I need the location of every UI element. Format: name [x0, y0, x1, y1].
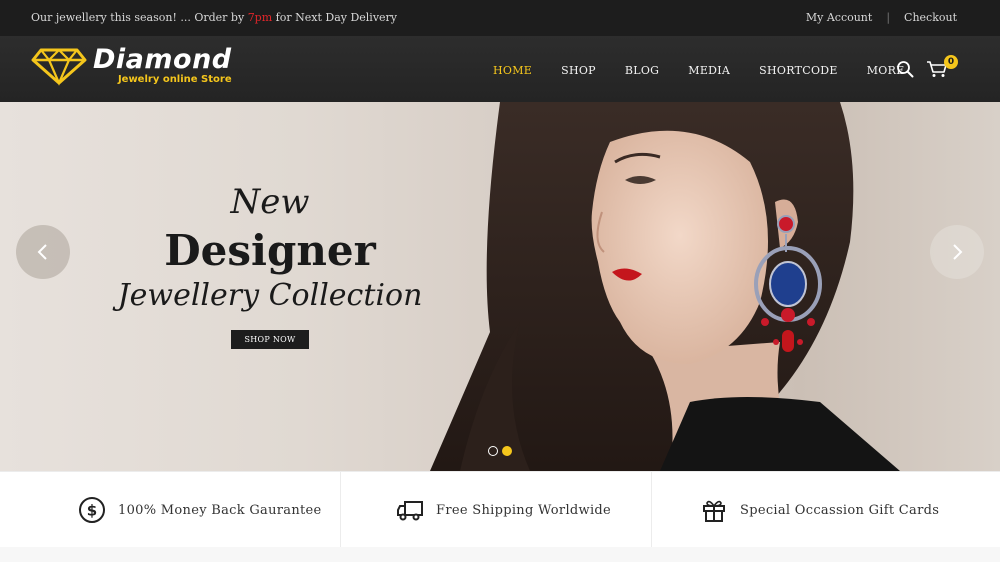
- hero-caption: New Designer Jewellery Collection SHOP N…: [100, 182, 440, 349]
- hero-line-collection: Jewellery Collection: [117, 278, 423, 313]
- promo-message: Our jewellery this season! ... Order by …: [31, 11, 397, 24]
- feature-divider: [651, 472, 652, 548]
- hero-line-designer: Designer: [164, 226, 376, 275]
- nav-home[interactable]: HOME: [493, 64, 532, 77]
- feature-money-back-label: 100% Money Back Gaurantee: [118, 502, 322, 518]
- section-bottom-strip: [0, 547, 1000, 562]
- slider-prev-button[interactable]: [16, 225, 70, 279]
- feature-money-back: $ 100% Money Back Gaurantee: [78, 472, 322, 548]
- checkout-link[interactable]: Checkout: [904, 11, 957, 24]
- brand-tagline: Jewelry online Store: [117, 74, 232, 85]
- svg-text:$: $: [87, 502, 97, 520]
- feature-divider: [340, 472, 341, 548]
- gift-icon: [703, 500, 725, 522]
- my-account-link[interactable]: My Account: [806, 11, 872, 24]
- hero-line-new: New: [230, 182, 310, 222]
- search-icon[interactable]: [896, 60, 914, 78]
- promo-text-start: Our jewellery this season! ... Order by: [31, 11, 248, 24]
- dollar-icon: $: [79, 497, 105, 523]
- chevron-left-icon: [37, 244, 47, 260]
- truck-icon: [397, 501, 423, 521]
- feature-shipping: Free Shipping Worldwide: [396, 472, 611, 548]
- cart-count-badge: 0: [944, 55, 958, 69]
- site-logo[interactable]: Diamond Jewelry online Store: [31, 46, 232, 86]
- brand-name: Diamond: [93, 44, 232, 75]
- feature-gift-cards: Special Occassion Gift Cards: [700, 472, 939, 548]
- chevron-right-icon: [953, 244, 963, 260]
- promo-highlight: 7pm: [247, 11, 273, 24]
- top-bar: Our jewellery this season! ... Order by …: [0, 0, 1000, 36]
- slide-dot-2[interactable]: [502, 446, 512, 456]
- model-photo: [430, 102, 900, 471]
- nav-blog[interactable]: BLOG: [625, 64, 659, 77]
- diamond-logo-icon: [31, 48, 87, 86]
- slider-next-button[interactable]: [930, 225, 984, 279]
- feature-shipping-label: Free Shipping Worldwide: [436, 502, 612, 518]
- features-strip: $ 100% Money Back Gaurantee Free Shippin…: [0, 471, 1000, 548]
- link-separator: |: [886, 11, 891, 24]
- account-links: My Account | Checkout: [806, 11, 957, 24]
- slide-dot-1[interactable]: [488, 446, 498, 456]
- nav-shortcode[interactable]: SHORTCODE: [759, 64, 838, 77]
- feature-gift-cards-label: Special Occassion Gift Cards: [740, 502, 940, 518]
- promo-text-end: for Next Day Delivery: [272, 11, 398, 24]
- nav-shop[interactable]: SHOP: [561, 64, 596, 77]
- shop-now-button[interactable]: SHOP NOW: [231, 330, 309, 349]
- slider-pagination: [488, 446, 512, 456]
- nav-media[interactable]: MEDIA: [688, 64, 730, 77]
- main-nav: HOME SHOP BLOG MEDIA SHORTCODE MORE: [493, 64, 905, 77]
- hero-slider: New Designer Jewellery Collection SHOP N…: [0, 102, 1000, 471]
